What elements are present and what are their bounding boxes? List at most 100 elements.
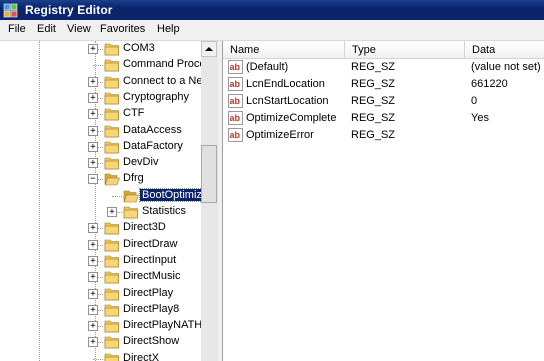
tree-item-label[interactable]: Dfrg xyxy=(121,172,146,184)
folder-icon xyxy=(104,108,119,121)
column-header-type[interactable]: Type xyxy=(345,41,465,59)
expand-icon[interactable]: + xyxy=(88,337,98,348)
tree-item[interactable]: + DataAccess xyxy=(0,123,202,139)
tree-item[interactable]: + Statistics xyxy=(0,204,202,220)
collapse-icon[interactable]: − xyxy=(88,174,98,185)
tree-item[interactable]: Command Proce xyxy=(0,57,206,73)
registry-value-row[interactable]: ab LcnEndLocation REG_SZ 661220 xyxy=(223,76,544,93)
expand-icon[interactable]: + xyxy=(107,207,117,217)
folder-icon xyxy=(104,92,119,105)
tree-item-label[interactable]: Direct3D xyxy=(121,221,168,233)
expand-icon[interactable]: + xyxy=(88,272,98,283)
tree-item[interactable]: DirectX xyxy=(0,351,202,361)
value-icon-text: ab xyxy=(230,62,241,72)
tree-item[interactable]: + CTF xyxy=(0,106,202,122)
folder-icon xyxy=(123,206,138,219)
tree-item-label[interactable]: DevDiv xyxy=(121,156,160,168)
scroll-up-arrow-icon xyxy=(205,47,213,51)
string-value-icon: ab xyxy=(228,60,243,74)
tree-item-label[interactable]: DataFactory xyxy=(121,140,185,152)
string-value-icon: ab xyxy=(228,111,243,125)
registry-value-row[interactable]: ab OptimizeComplete REG_SZ Yes xyxy=(223,110,544,127)
value-data: Yes xyxy=(471,112,489,124)
tree-item-label[interactable]: CTF xyxy=(121,107,146,119)
expand-icon[interactable]: + xyxy=(88,304,98,315)
title-bar[interactable]: Registry Editor xyxy=(0,0,544,20)
value-name: LcnEndLocation xyxy=(246,78,325,90)
expand-icon[interactable]: + xyxy=(88,141,98,152)
folder-icon xyxy=(104,271,119,284)
tree-item[interactable]: + COM3 xyxy=(0,41,202,57)
tree-item-label[interactable]: Cryptography xyxy=(121,91,191,103)
tree-item[interactable]: BootOptimiz xyxy=(0,187,205,204)
folder-icon xyxy=(104,59,119,72)
tree-item[interactable]: + DirectShow xyxy=(0,334,202,350)
expand-icon[interactable]: + xyxy=(88,44,98,54)
folder-icon xyxy=(104,125,119,137)
tree-item[interactable]: + DirectPlayNATHe xyxy=(0,318,208,334)
tree-item-label[interactable]: Connect to a Ne xyxy=(121,75,205,87)
registry-value-row[interactable]: ab OptimizeError REG_SZ xyxy=(223,127,544,144)
expand-icon[interactable]: + xyxy=(88,255,98,266)
tree-item[interactable]: + DevDiv xyxy=(0,155,202,171)
menu-help[interactable]: Help xyxy=(156,23,181,35)
tree-item-label[interactable]: DirectPlayNATHe xyxy=(121,319,210,331)
tree-item-label[interactable]: DirectPlay8 xyxy=(121,303,181,315)
expand-icon[interactable]: + xyxy=(88,321,98,332)
tree-scrollbar[interactable] xyxy=(201,41,218,361)
column-header-name[interactable]: Name xyxy=(223,41,345,59)
value-data: 0 xyxy=(471,95,478,107)
tree-item[interactable]: + Cryptography xyxy=(0,90,202,106)
tree-connector-line xyxy=(93,358,103,360)
tree-connector-line xyxy=(112,195,122,197)
registry-values-list[interactable]: Name Type Data ab (Default) REG_SZ (value n… xyxy=(222,41,544,361)
tree-item[interactable]: + DirectPlay xyxy=(0,286,202,302)
tree-connector-line xyxy=(93,65,103,67)
scroll-up-button[interactable] xyxy=(201,41,217,57)
column-header-data[interactable]: Data xyxy=(465,41,544,59)
value-data: (value not set) xyxy=(471,61,541,73)
tree-item-label[interactable]: Statistics xyxy=(140,205,188,217)
tree-item-label[interactable]: DirectX xyxy=(121,352,161,361)
expand-icon[interactable]: + xyxy=(88,239,98,250)
value-name: (Default) xyxy=(246,61,289,73)
expand-icon[interactable]: + xyxy=(88,76,98,87)
registry-key-tree[interactable]: + COM3 Command Proce + Connect to a Ne + Crypt… xyxy=(0,41,219,361)
menu-edit[interactable]: Edit xyxy=(36,23,57,35)
tree-item[interactable]: − Dfrg xyxy=(0,171,202,187)
expand-icon[interactable]: + xyxy=(88,125,98,136)
tree-item[interactable]: + Connect to a Ne xyxy=(0,74,205,90)
tree-item-label[interactable]: DataAccess xyxy=(121,124,184,136)
folder-icon xyxy=(104,239,119,251)
tree-item[interactable]: + DirectMusic xyxy=(0,269,202,285)
menu-favorites[interactable]: Favorites xyxy=(99,23,146,35)
folder-icon xyxy=(104,337,119,349)
value-type: REG_SZ xyxy=(351,78,396,90)
tree-item-label[interactable]: Command Proce xyxy=(121,58,208,70)
registry-value-row[interactable]: ab LcnStartLocation REG_SZ 0 xyxy=(223,93,544,110)
expand-icon[interactable]: + xyxy=(88,288,98,299)
tree-item-label[interactable]: DirectDraw xyxy=(121,238,179,250)
expand-icon[interactable]: + xyxy=(88,223,98,234)
tree-item-label[interactable]: DirectInput xyxy=(121,254,178,266)
expand-icon[interactable]: + xyxy=(88,92,98,103)
registry-value-row[interactable]: ab (Default) REG_SZ (value not set) xyxy=(223,59,544,76)
tree-item[interactable]: + DirectPlay8 xyxy=(0,302,202,318)
expand-icon[interactable]: + xyxy=(88,158,98,169)
menu-view[interactable]: View xyxy=(66,23,92,35)
tree-item[interactable]: + DirectInput xyxy=(0,253,202,269)
expand-icon[interactable]: + xyxy=(88,109,98,120)
menu-file[interactable]: File xyxy=(7,23,27,35)
tree-item[interactable]: + Direct3D xyxy=(0,220,202,236)
tree-item-label[interactable]: COM3 xyxy=(121,42,157,54)
tree-item-label[interactable]: DirectShow xyxy=(121,335,181,347)
scroll-thumb[interactable] xyxy=(201,145,217,203)
tree-item[interactable]: + DataFactory xyxy=(0,139,202,155)
tree-item[interactable]: + DirectDraw xyxy=(0,237,202,253)
open-folder-icon xyxy=(104,174,120,186)
registry-editor-icon xyxy=(3,3,18,18)
tree-item-label[interactable]: DirectPlay xyxy=(121,287,175,299)
tree-item-label[interactable]: DirectMusic xyxy=(121,270,182,282)
folder-icon xyxy=(104,304,119,317)
tree-item-label[interactable]: BootOptimiz xyxy=(139,187,205,202)
